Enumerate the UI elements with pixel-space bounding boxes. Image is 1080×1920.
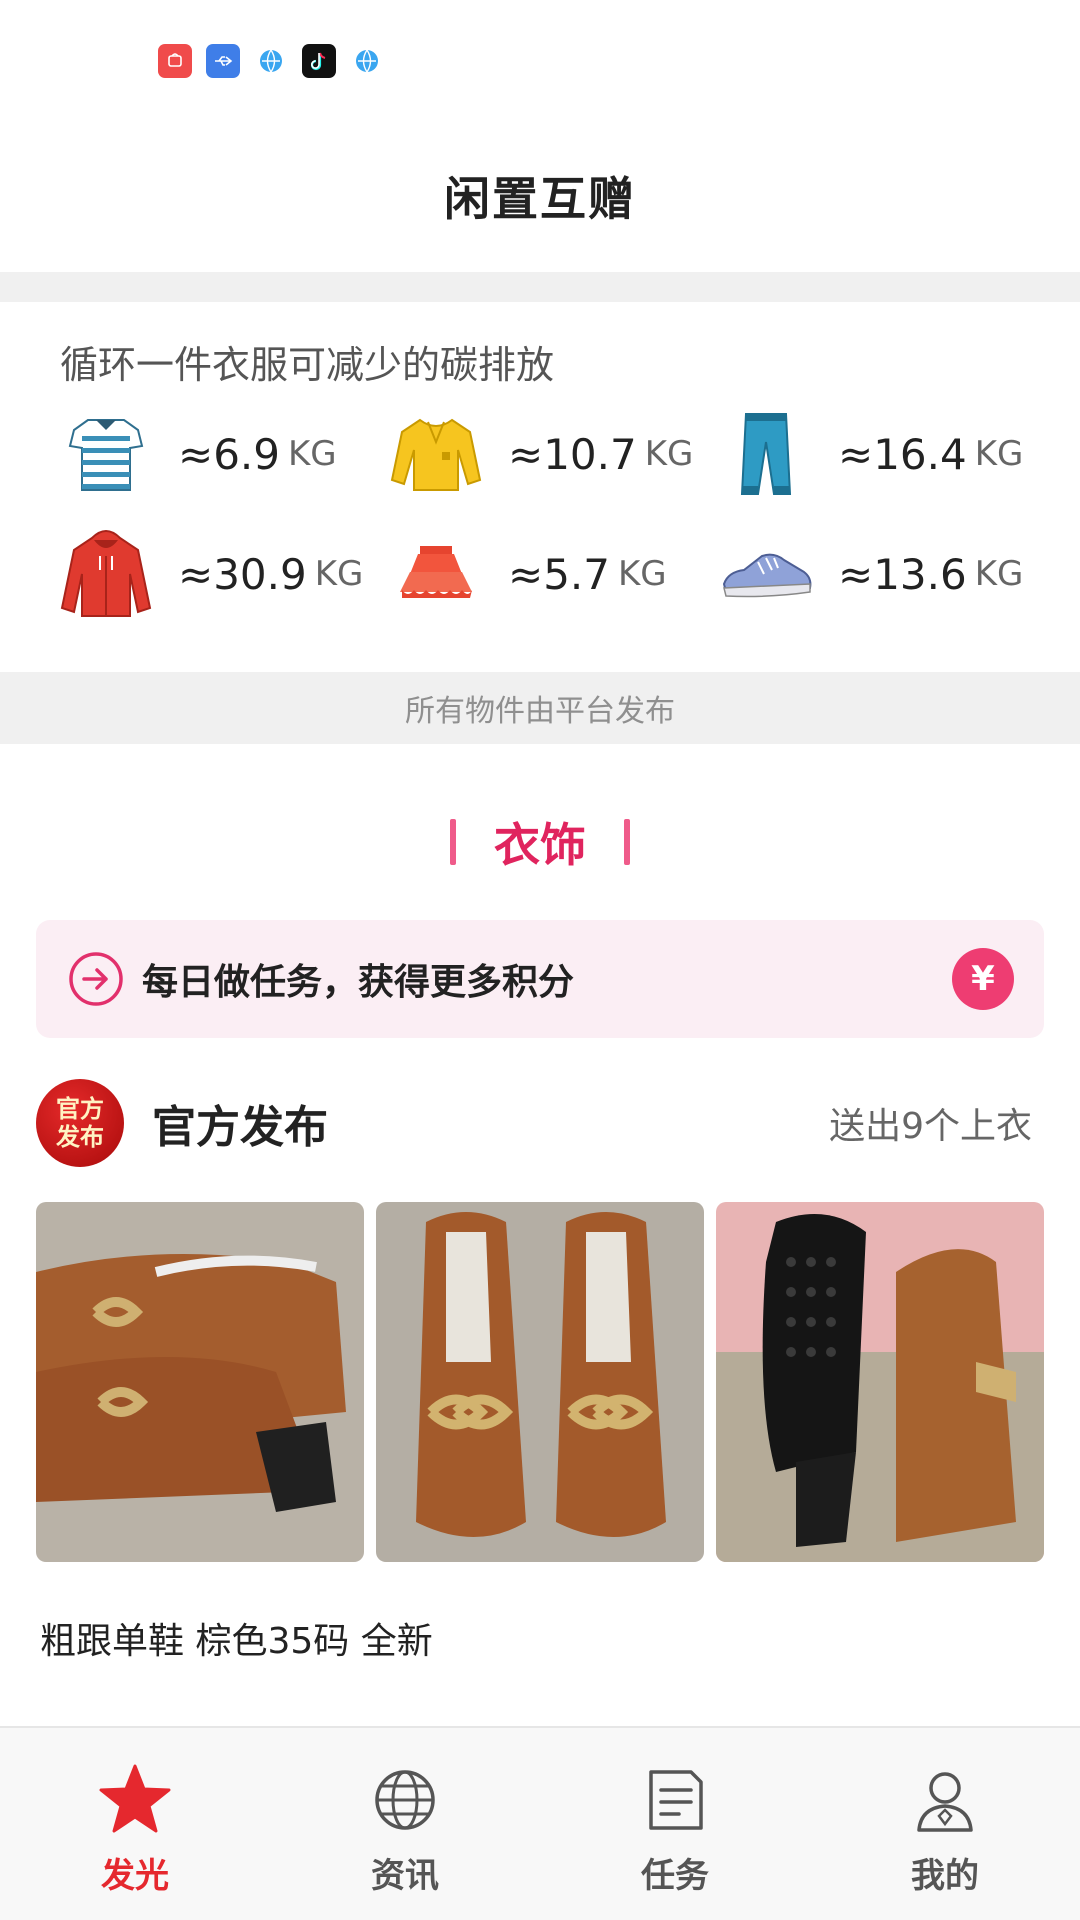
listing-photo[interactable] — [716, 1202, 1044, 1562]
category-bar-right — [624, 819, 630, 865]
browser-icon — [254, 44, 288, 78]
category-header: 衣饰 — [0, 800, 1080, 884]
carbon-item-tshirt: ≈6.9 KG — [58, 406, 337, 502]
nav-label: 任务 — [641, 1856, 709, 1896]
document-icon — [649, 1770, 703, 1830]
nav-item-shine[interactable]: 发光 — [0, 1728, 270, 1920]
huawei-app-icon — [158, 44, 192, 78]
carbon-heading: 循环一件衣服可减少的碳排放 — [60, 343, 555, 387]
nav-item-tasks[interactable]: 任务 — [540, 1728, 810, 1920]
carbon-value: ≈16.4 — [838, 429, 967, 479]
carbon-item-hoodie: ≈30.9 KG — [58, 526, 363, 622]
carbon-item-sneaker: ≈13.6 KG — [718, 526, 1023, 622]
platform-note: 所有物件由平台发布 — [0, 672, 1080, 744]
nav-item-news[interactable]: 资讯 — [270, 1728, 540, 1920]
category-bar-left — [450, 819, 456, 865]
divider — [0, 272, 1080, 302]
category-title: 衣饰 — [494, 818, 586, 872]
tiktok-icon — [302, 44, 336, 78]
listing-title[interactable]: 粗跟单鞋 棕色35码 全新 — [40, 1612, 433, 1664]
official-badge-icon: 官方发布 — [36, 1079, 124, 1167]
tshirt-icon — [68, 419, 144, 491]
globe-icon — [375, 1770, 435, 1830]
carbon-item-skirt: ≈5.7 KG — [388, 526, 667, 622]
usb-icon — [206, 44, 240, 78]
carbon-savings-card: 循环一件衣服可减少的碳排放 ≈6.9 KG ≈10.7 KG ≈16.4 KG … — [0, 302, 1080, 670]
hoodie-icon — [60, 530, 152, 617]
nav-label: 发光 — [101, 1856, 169, 1896]
listing-photo[interactable] — [36, 1202, 364, 1562]
jeans-icon — [740, 413, 792, 495]
arrow-right-circle-icon — [69, 952, 123, 1006]
listing-photo[interactable] — [376, 1202, 704, 1562]
sneaker-icon — [722, 553, 812, 598]
daily-task-banner[interactable]: 每日做任务，获得更多积分 ¥ — [36, 920, 1044, 1038]
title-bar: 闲置互赠 — [0, 120, 1080, 272]
page-title: 闲置互赠 — [444, 172, 636, 226]
carbon-unit: KG — [974, 434, 1024, 474]
nav-label: 资讯 — [371, 1856, 439, 1896]
carbon-value: ≈10.7 — [508, 429, 637, 479]
carbon-unit: KG — [288, 434, 337, 474]
carbon-item-sweater: ≈10.7 KG — [388, 406, 693, 502]
nav-item-mine[interactable]: 我的 — [810, 1728, 1080, 1920]
carbon-unit: KG — [314, 554, 364, 594]
skirt-icon — [400, 546, 472, 598]
carbon-value: ≈6.9 — [178, 429, 280, 479]
star-icon — [99, 1764, 171, 1833]
task-banner-text: 每日做任务，获得更多积分 — [142, 962, 575, 1003]
carbon-unit: KG — [618, 554, 667, 594]
official-release-header[interactable]: 官方发布 官方发布 送出9个上衣 — [36, 1078, 1044, 1168]
carbon-unit: KG — [644, 434, 694, 474]
bottom-nav: 发光 资讯 任务 我的 — [0, 1726, 1080, 1920]
browser-icon — [350, 44, 384, 78]
points-coin-icon: ¥ — [952, 948, 1014, 1010]
user-icon — [917, 1772, 973, 1832]
listing-photos[interactable] — [36, 1202, 1044, 1562]
status-bar — [0, 0, 1080, 120]
official-count: 送出9个上衣 — [829, 1106, 1032, 1147]
carbon-value: ≈5.7 — [508, 549, 610, 599]
sweater-icon — [390, 418, 482, 491]
carbon-unit: KG — [974, 554, 1024, 594]
official-title: 官方发布 — [152, 1102, 328, 1153]
carbon-item-jeans: ≈16.4 KG — [718, 406, 1023, 502]
carbon-value: ≈30.9 — [178, 549, 307, 599]
nav-label: 我的 — [911, 1856, 979, 1896]
carbon-value: ≈13.6 — [838, 549, 967, 599]
